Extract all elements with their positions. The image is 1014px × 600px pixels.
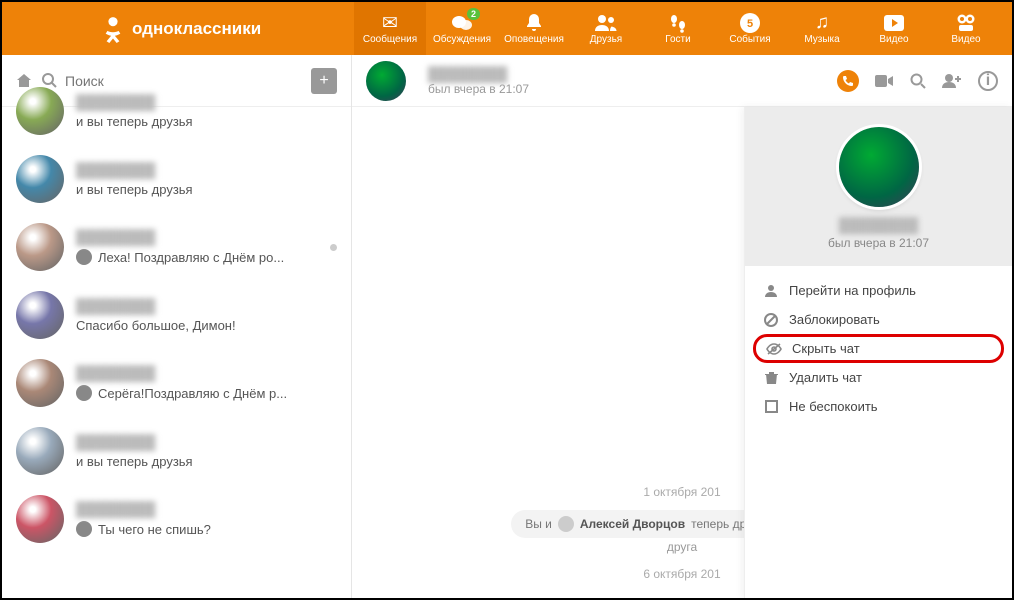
videocall-icon[interactable] (875, 74, 894, 88)
chat-row[interactable]: ████████ и вы теперь друзья (2, 417, 351, 485)
thumb-icon: 5 (739, 12, 761, 34)
avatar (16, 87, 64, 135)
chat-title: ████████ (428, 66, 837, 82)
panel-menu: Перейти на профиль Заблокировать Скрыть … (745, 266, 1012, 431)
chat-row[interactable]: ████████ Ты чего не спишь? (2, 485, 351, 553)
chat-row[interactable]: ████████ Спасибо большое, Димон! (2, 281, 351, 349)
chat-row-preview: и вы теперь друзья (76, 182, 337, 197)
avatar (16, 291, 64, 339)
mini-avatar-icon (76, 521, 92, 537)
panel-status: был вчера в 21:07 (755, 236, 1002, 250)
chat-actions: i (837, 70, 998, 92)
person-icon (763, 284, 779, 298)
friends-icon (594, 12, 618, 34)
eye-off-icon (766, 342, 782, 356)
nav-messages[interactable]: ✉ Сообщения (354, 2, 426, 55)
nav-notifications[interactable]: Оповещения (498, 2, 570, 55)
chat-row-name: ████████ (76, 162, 337, 178)
nav-video[interactable]: Видео (858, 2, 930, 55)
call-button[interactable] (837, 70, 859, 92)
chat-row-preview: и вы теперь друзья (76, 114, 337, 129)
chat-status: был вчера в 21:07 (428, 82, 837, 96)
panel-avatar[interactable] (839, 127, 919, 207)
chat-row-preview: Ты чего не спишь? (76, 521, 337, 537)
chat-list[interactable]: ████████ и вы теперь друзья ████████ и вы т… (2, 77, 351, 598)
chat-row[interactable]: ████████ Серёга!Поздравляю с Днём р... (2, 349, 351, 417)
bell-icon (525, 12, 543, 34)
envelope-icon: ✉ (382, 12, 398, 34)
unread-dot (330, 244, 337, 251)
mini-avatar-icon (76, 385, 92, 401)
search-in-chat-icon[interactable] (910, 73, 926, 89)
nav-music[interactable]: ♫ Музыка (786, 2, 858, 55)
avatar (16, 495, 64, 543)
avatar (16, 359, 64, 407)
nav-events[interactable]: 5 События (714, 2, 786, 55)
chat-row-name: ████████ (76, 298, 337, 314)
webcam-icon (955, 12, 977, 34)
date-label: 1 октября 201 (633, 482, 730, 502)
panel-item-delete[interactable]: Удалить чат (745, 363, 1012, 392)
chat-row[interactable]: ████████ Леха! Поздравляю с Днём ро... (2, 213, 351, 281)
chat-row-name: ████████ (76, 229, 324, 245)
chat-row-name: ████████ (76, 94, 337, 110)
chat-header: ████████ был вчера в 21:07 (352, 55, 1012, 107)
chat-row-preview: Спасибо большое, Димон! (76, 318, 337, 333)
chat-row-name: ████████ (76, 365, 337, 381)
top-nav: ✉ Сообщения 2 Обсуждения Оповещения (354, 2, 1002, 55)
chat-header-avatar[interactable] (366, 61, 406, 101)
nav-guests[interactable]: Гости (642, 2, 714, 55)
chat-row-preview: Серёга!Поздравляю с Днём р... (76, 385, 337, 401)
date-label: 6 октября 201 (633, 564, 730, 584)
nav-badge: 2 (467, 8, 480, 20)
panel-item-profile[interactable]: Перейти на профиль (745, 276, 1012, 305)
footprints-icon (668, 12, 688, 34)
panel-item-block[interactable]: Заблокировать (745, 305, 1012, 334)
ok-logo-icon (102, 14, 124, 44)
avatar (16, 223, 64, 271)
play-icon (883, 12, 905, 34)
add-person-icon[interactable] (942, 73, 962, 89)
nav-discussions[interactable]: 2 Обсуждения (426, 2, 498, 55)
top-header: одноклассники ✉ Сообщения 2 Обсуждения О… (2, 2, 1012, 55)
nav-friends[interactable]: Друзья (570, 2, 642, 55)
avatar (16, 427, 64, 475)
chat-row-preview: Леха! Поздравляю с Днём ро... (76, 249, 324, 265)
chat-info-panel: ████████ был вчера в 21:07 Перейти на пр… (744, 107, 1012, 598)
chat-row-name: ████████ (76, 434, 337, 450)
panel-name: ████████ (755, 217, 1002, 233)
chat-row-preview: и вы теперь друзья (76, 454, 337, 469)
music-icon: ♫ (815, 12, 829, 34)
mini-avatar-icon (558, 516, 574, 532)
trash-icon (763, 371, 779, 385)
block-icon (763, 313, 779, 327)
square-icon (763, 400, 779, 413)
svg-text:5: 5 (747, 18, 753, 30)
chat-row-name: ████████ (76, 501, 337, 517)
chat-row[interactable]: ████████ и вы теперь друзья (2, 77, 351, 145)
mini-avatar-icon (76, 249, 92, 265)
chat-row[interactable]: ████████ и вы теперь друзья (2, 145, 351, 213)
chat-main: ████████ был вчера в 21:07 (352, 55, 1012, 598)
nav-webcam[interactable]: Видео (930, 2, 1002, 55)
brand-name: одноклассники (132, 19, 261, 39)
logo[interactable]: одноклассники (102, 14, 261, 44)
panel-item-hide-chat[interactable]: Скрыть чат (753, 334, 1004, 363)
sidebar: + ████████и вы теперь друзья████████и вы… (2, 55, 352, 598)
panel-header: ████████ был вчера в 21:07 (745, 107, 1012, 266)
panel-item-dnd[interactable]: Не беспокоить (745, 392, 1012, 421)
avatar (16, 155, 64, 203)
chat-info-icon[interactable]: i (978, 71, 998, 91)
